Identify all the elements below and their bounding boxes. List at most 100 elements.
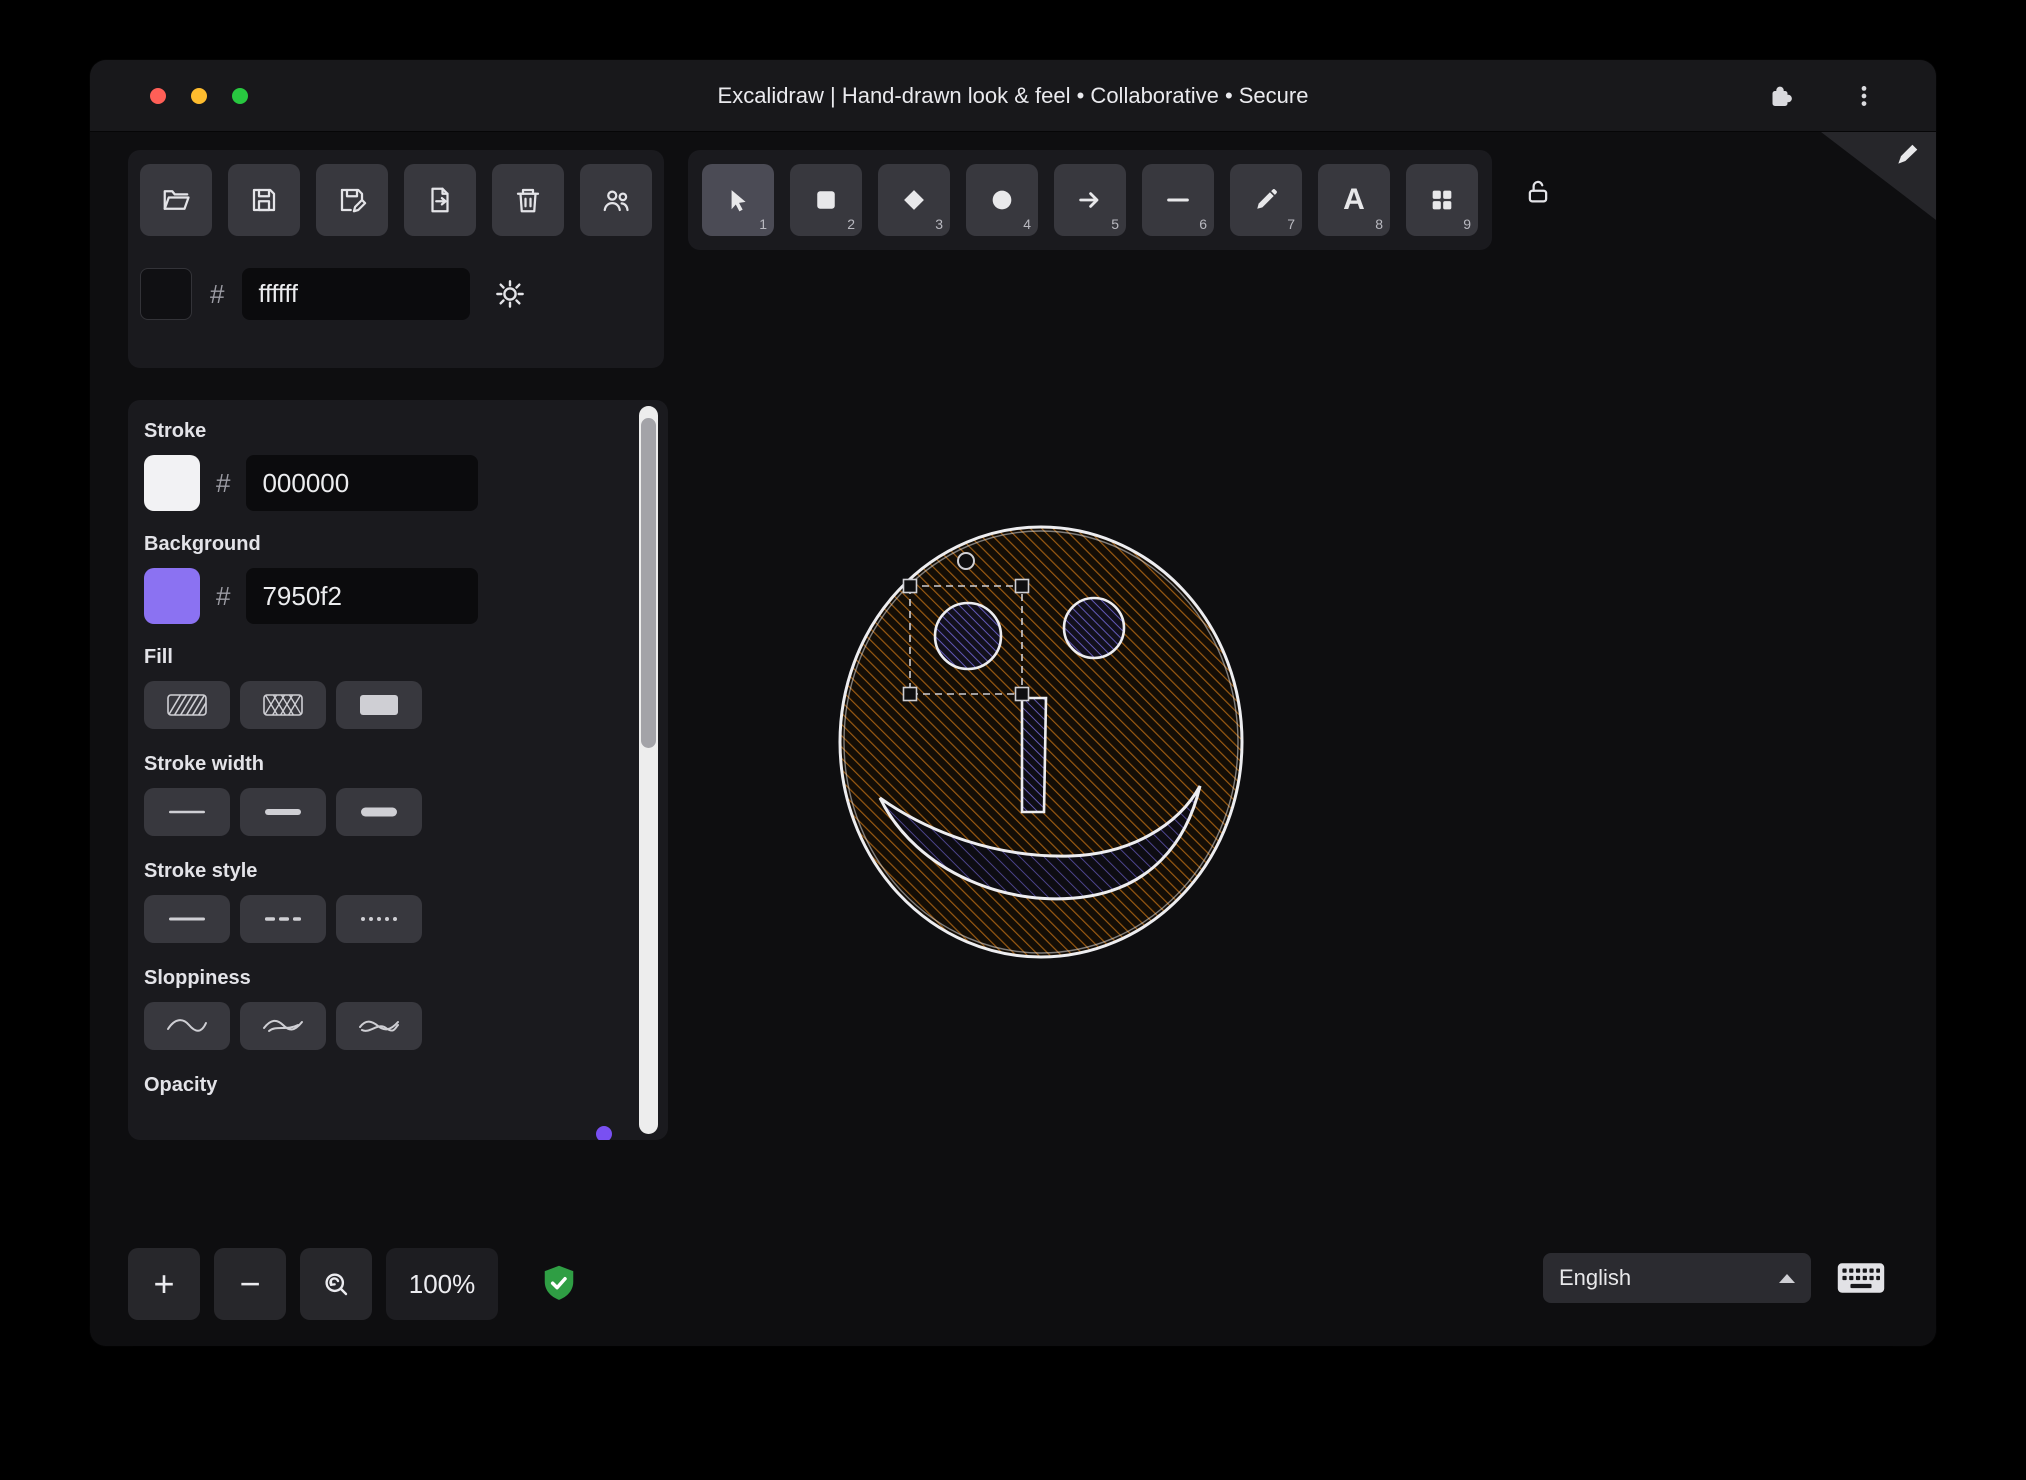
stroke-width-label: Stroke width (144, 753, 265, 775)
pencil-icon (1257, 189, 1277, 209)
background-hash: # (216, 580, 231, 611)
stroke-style-label: Stroke style (144, 860, 258, 882)
solid-line-icon (169, 917, 205, 921)
panel-scrollbar-track[interactable] (639, 406, 658, 1134)
stroke-width-bold-button[interactable] (240, 788, 326, 836)
tool-rectangle[interactable]: 2 (790, 164, 862, 236)
cursor-arrow-icon (731, 190, 746, 212)
opacity-label: Opacity (144, 1074, 218, 1096)
export-icon (431, 187, 449, 213)
tool-text[interactable]: A 8 (1318, 164, 1390, 236)
zoom-level[interactable]: 100% (386, 1248, 498, 1320)
pen-corner-icon (1894, 142, 1920, 168)
zoom-out-button[interactable]: − (214, 1248, 286, 1320)
folder-open-icon (163, 190, 190, 210)
tool-arrow[interactable]: 5 (1054, 164, 1126, 236)
fill-solid-button[interactable] (336, 681, 422, 729)
left-eye (933, 601, 1003, 671)
save-as-button[interactable] (316, 164, 388, 236)
stroke-style-dotted-button[interactable] (336, 895, 422, 943)
chevron-up-icon (1779, 1273, 1795, 1283)
stroke-hash: # (216, 467, 231, 498)
live-collaboration-button[interactable] (580, 164, 652, 236)
shape-toolbar-island: 1 2 3 4 5 6 7 A 8 9 (688, 150, 1492, 250)
drawing-canvas[interactable]: # 1 2 3 (90, 132, 1936, 1346)
background-color-swatch[interactable] (144, 568, 200, 624)
sun-icon (496, 280, 525, 308)
page-title: Excalidraw | Hand-drawn look & feel • Co… (717, 83, 1309, 108)
keyboard-shortcuts-button[interactable] (1832, 1256, 1890, 1300)
stroke-label: Stroke (144, 420, 207, 442)
solid-fill-icon (360, 695, 398, 715)
arrow-icon (1079, 192, 1099, 208)
stroke-style-solid-button[interactable] (144, 895, 230, 943)
language-select[interactable]: English (1543, 1253, 1811, 1303)
rectangle-icon (817, 191, 835, 209)
zoom-controls: + − 100% (128, 1248, 578, 1320)
open-file-button[interactable] (140, 164, 212, 236)
shapes-grid-icon (1432, 190, 1452, 210)
nose (1020, 696, 1048, 814)
cartoonist-squiggle-icon (359, 1020, 399, 1032)
stroke-color-swatch[interactable] (144, 455, 200, 511)
rotation-handle (957, 552, 975, 570)
thin-line-icon (169, 810, 205, 814)
tool-shapes[interactable]: 9 (1406, 164, 1478, 236)
fill-hachure-button[interactable] (144, 681, 230, 729)
language-selected: English (1559, 1265, 1632, 1290)
tool-ellipse[interactable]: 4 (966, 164, 1038, 236)
crosshatch-icon (263, 694, 303, 716)
fill-label: Fill (144, 646, 173, 668)
file-toolbar-island: # (128, 150, 664, 368)
kebab-menu-icon[interactable] (1844, 76, 1884, 116)
properties-panel: Stroke # Background # Fill (128, 400, 668, 1140)
unlocked-padlock-icon (1528, 180, 1548, 203)
architect-squiggle-icon (167, 1019, 207, 1032)
tool-selection[interactable]: 1 (702, 164, 774, 236)
users-icon (603, 190, 629, 212)
opacity-slider-thumb[interactable] (596, 1126, 612, 1140)
desktop: Excalidraw | Hand-drawn look & feel • Co… (0, 0, 2026, 1480)
sloppiness-architect-button[interactable] (144, 1002, 230, 1050)
background-label: Background (144, 533, 261, 555)
encryption-status (540, 1263, 578, 1305)
extrabold-line-icon (361, 807, 397, 817)
dashed-line-icon (265, 917, 301, 921)
sloppiness-artist-button[interactable] (240, 1002, 326, 1050)
shield-check-icon (544, 1265, 574, 1300)
excalidraw-window: Excalidraw | Hand-drawn look & feel • Co… (90, 60, 1936, 1346)
line-icon (1167, 198, 1189, 202)
stroke-color-input[interactable] (246, 455, 479, 511)
trash-icon (516, 188, 540, 213)
clear-canvas-button[interactable] (492, 164, 564, 236)
fill-crosshatch-button[interactable] (240, 681, 326, 729)
canvas-bg-hash: # (210, 278, 225, 309)
extensions-puzzle-icon[interactable] (1760, 76, 1800, 116)
stroke-width-thin-button[interactable] (144, 788, 230, 836)
sloppiness-cartoonist-button[interactable] (336, 1002, 422, 1050)
canvas-background-swatch[interactable] (140, 268, 192, 320)
tool-line[interactable]: 6 (1142, 164, 1214, 236)
stroke-style-dashed-button[interactable] (240, 895, 326, 943)
sloppiness-label: Sloppiness (144, 967, 251, 989)
panel-scrollbar-thumb[interactable] (641, 418, 656, 748)
tool-diamond[interactable]: 3 (878, 164, 950, 236)
stroke-width-extrabold-button[interactable] (336, 788, 422, 836)
save-icon (252, 188, 276, 212)
window-titlebar: Excalidraw | Hand-drawn look & feel • Co… (90, 60, 1936, 132)
zoom-in-button[interactable]: + (128, 1248, 200, 1320)
theme-toggle-button[interactable] (488, 272, 532, 316)
ellipse-icon (992, 190, 1012, 210)
artist-squiggle-icon (263, 1019, 303, 1032)
diamond-icon (904, 190, 924, 210)
hachure-icon (167, 694, 207, 716)
save-file-button[interactable] (228, 164, 300, 236)
right-eye (1062, 596, 1126, 660)
export-image-button[interactable] (404, 164, 476, 236)
text-tool-icon: A (1343, 183, 1365, 216)
canvas-background-input[interactable] (242, 268, 471, 320)
lock-tool-button[interactable] (1510, 164, 1566, 220)
tool-draw[interactable]: 7 (1230, 164, 1302, 236)
zoom-reset-button[interactable] (300, 1248, 372, 1320)
background-color-input[interactable] (246, 568, 479, 624)
